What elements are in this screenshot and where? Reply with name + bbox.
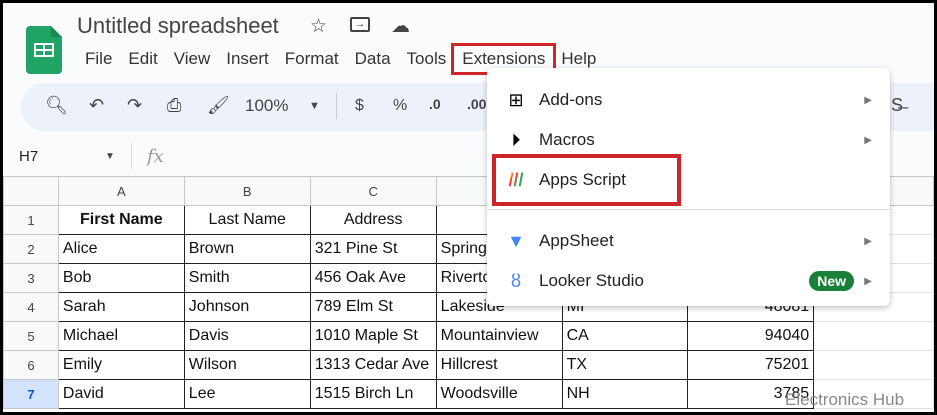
cell[interactable]: Bob xyxy=(57,263,185,293)
submenu-arrow-icon: ▶ xyxy=(864,94,872,106)
decrease-decimal-button[interactable]: .0 xyxy=(429,96,441,112)
menu-divider xyxy=(487,209,890,210)
new-badge: New xyxy=(809,271,854,291)
menu-data[interactable]: Data xyxy=(347,46,399,72)
cell[interactable]: Sarah xyxy=(57,292,185,322)
cloud-saved-icon[interactable]: ☁ xyxy=(391,15,410,38)
watermark: Electronics Hub xyxy=(785,390,905,409)
column-header[interactable]: C xyxy=(309,176,437,206)
cell[interactable]: CA xyxy=(561,321,689,351)
menu-item-looker-studio[interactable]: ȣ Looker Studio New ▶ xyxy=(487,261,890,301)
cell[interactable]: 1515 Birch Ln xyxy=(309,379,437,409)
cell[interactable]: 1010 Maple St xyxy=(309,321,437,351)
appsheet-icon: ▼ xyxy=(507,230,525,251)
cell[interactable]: Emily xyxy=(57,350,185,380)
cell[interactable]: Smith xyxy=(183,263,311,293)
row-header[interactable]: 4 xyxy=(3,292,59,322)
sheets-logo-icon[interactable] xyxy=(26,26,62,74)
document-title[interactable]: Untitled spreadsheet xyxy=(77,13,279,39)
cell[interactable] xyxy=(813,321,934,351)
cell[interactable]: Michael xyxy=(57,321,185,351)
submenu-arrow-icon: ▶ xyxy=(864,235,872,247)
play-circle-icon: ⏵ xyxy=(511,129,521,150)
cell[interactable]: Davis xyxy=(183,321,311,351)
chevron-down-icon[interactable]: ▼ xyxy=(105,151,115,162)
cell[interactable]: Mountainview xyxy=(435,321,563,351)
star-icon[interactable]: ☆ xyxy=(310,15,327,38)
paint-format-icon[interactable]: 🖌︎ xyxy=(207,95,230,116)
cell[interactable]: 75201 xyxy=(687,350,815,380)
cell[interactable]: 789 Elm St xyxy=(309,292,437,322)
cell[interactable] xyxy=(813,350,934,380)
cell[interactable]: David xyxy=(57,379,185,409)
column-header[interactable]: B xyxy=(183,176,311,206)
column-header[interactable]: A xyxy=(57,176,185,206)
row-header[interactable]: 3 xyxy=(3,263,59,293)
menu-format[interactable]: Format xyxy=(277,46,347,72)
cell[interactable]: 321 Pine St xyxy=(309,234,437,264)
currency-button[interactable]: $ xyxy=(355,97,364,115)
name-box[interactable]: H7 xyxy=(19,148,38,165)
undo-icon[interactable]: ↶ xyxy=(89,95,104,116)
menu-tools[interactable]: Tools xyxy=(399,46,455,72)
cell[interactable]: Last Name xyxy=(183,205,311,235)
strikethrough-icon[interactable]: S̶ xyxy=(891,95,903,116)
cell[interactable]: NH xyxy=(561,379,689,409)
submenu-arrow-icon: ▶ xyxy=(864,275,872,287)
menu-file[interactable]: File xyxy=(77,46,120,72)
cell[interactable]: Johnson xyxy=(183,292,311,322)
cell[interactable]: Brown xyxy=(183,234,311,264)
cell[interactable]: 456 Oak Ave xyxy=(309,263,437,293)
divider xyxy=(336,93,337,119)
search-icon[interactable]: 🔍︎ xyxy=(45,95,68,116)
menu-edit[interactable]: Edit xyxy=(120,46,165,72)
fx-icon: fx xyxy=(147,146,164,167)
percent-button[interactable]: % xyxy=(393,97,407,115)
redo-icon[interactable]: ↷ xyxy=(127,95,142,116)
divider xyxy=(131,143,132,169)
row-header[interactable]: 2 xyxy=(3,234,59,264)
cell[interactable]: 1313 Cedar Ave xyxy=(309,350,437,380)
cell[interactable]: First Name xyxy=(57,205,185,235)
row-header[interactable]: 5 xyxy=(3,321,59,351)
row-header[interactable]: 6 xyxy=(3,350,59,380)
extensions-menu: ⊞ Add-ons ▶ ⏵ Macros ▶ /// Apps Script ▼… xyxy=(487,68,890,306)
cell[interactable]: Lee xyxy=(183,379,311,409)
move-folder-icon[interactable]: → xyxy=(350,17,370,32)
menu-item-appsheet[interactable]: ▼ AppSheet ▶ xyxy=(487,221,890,261)
zoom-select[interactable]: 100% xyxy=(245,96,288,116)
sheets-window: Untitled spreadsheet ☆ → ☁ File Edit Vie… xyxy=(3,3,934,412)
menu-view[interactable]: View xyxy=(166,46,219,72)
row-header[interactable]: 7 xyxy=(3,379,59,409)
print-icon[interactable]: ⎙ xyxy=(167,95,181,116)
submenu-arrow-icon: ▶ xyxy=(864,134,872,146)
apps-script-highlight xyxy=(492,154,681,206)
add-ons-icon: ⊞ xyxy=(508,89,524,110)
table-row: 5 Michael Davis 1010 Maple St Mountainview CA… xyxy=(3,321,934,351)
cell[interactable]: TX xyxy=(561,350,689,380)
table-row: 6 Emily Wilson 1313 Cedar Ave Hillcrest TX 752… xyxy=(3,350,934,380)
row-header[interactable]: 1 xyxy=(3,205,59,235)
cell[interactable]: Alice xyxy=(57,234,185,264)
menu-insert[interactable]: Insert xyxy=(218,46,277,72)
increase-decimal-button[interactable]: .00 xyxy=(467,96,486,112)
select-all-corner[interactable] xyxy=(3,176,59,206)
cell[interactable]: Wilson xyxy=(183,350,311,380)
chevron-down-icon[interactable]: ▼ xyxy=(309,100,320,112)
cell[interactable]: Hillcrest xyxy=(435,350,563,380)
cell[interactable]: Address xyxy=(309,205,437,235)
menu-item-add-ons[interactable]: ⊞ Add-ons ▶ xyxy=(487,80,890,120)
cell[interactable]: Woodsville xyxy=(435,379,563,409)
looker-studio-icon: ȣ xyxy=(510,270,522,291)
cell[interactable]: 94040 xyxy=(687,321,815,351)
